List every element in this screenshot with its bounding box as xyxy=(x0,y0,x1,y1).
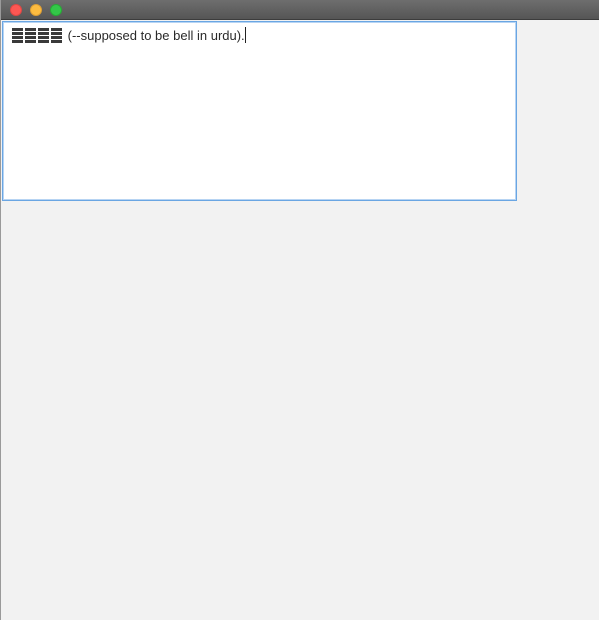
unrendered-glyphs xyxy=(12,28,64,43)
app-window: (--supposed to be bell in urdu). xyxy=(0,0,599,620)
title-bar[interactable] xyxy=(1,0,599,20)
zoom-icon[interactable] xyxy=(50,4,62,16)
text-area-content: (--supposed to be bell in urdu). xyxy=(67,28,245,43)
text-caret xyxy=(244,27,246,43)
text-area[interactable]: (--supposed to be bell in urdu). xyxy=(2,21,517,201)
close-icon[interactable] xyxy=(10,4,22,16)
minimize-icon[interactable] xyxy=(30,4,42,16)
